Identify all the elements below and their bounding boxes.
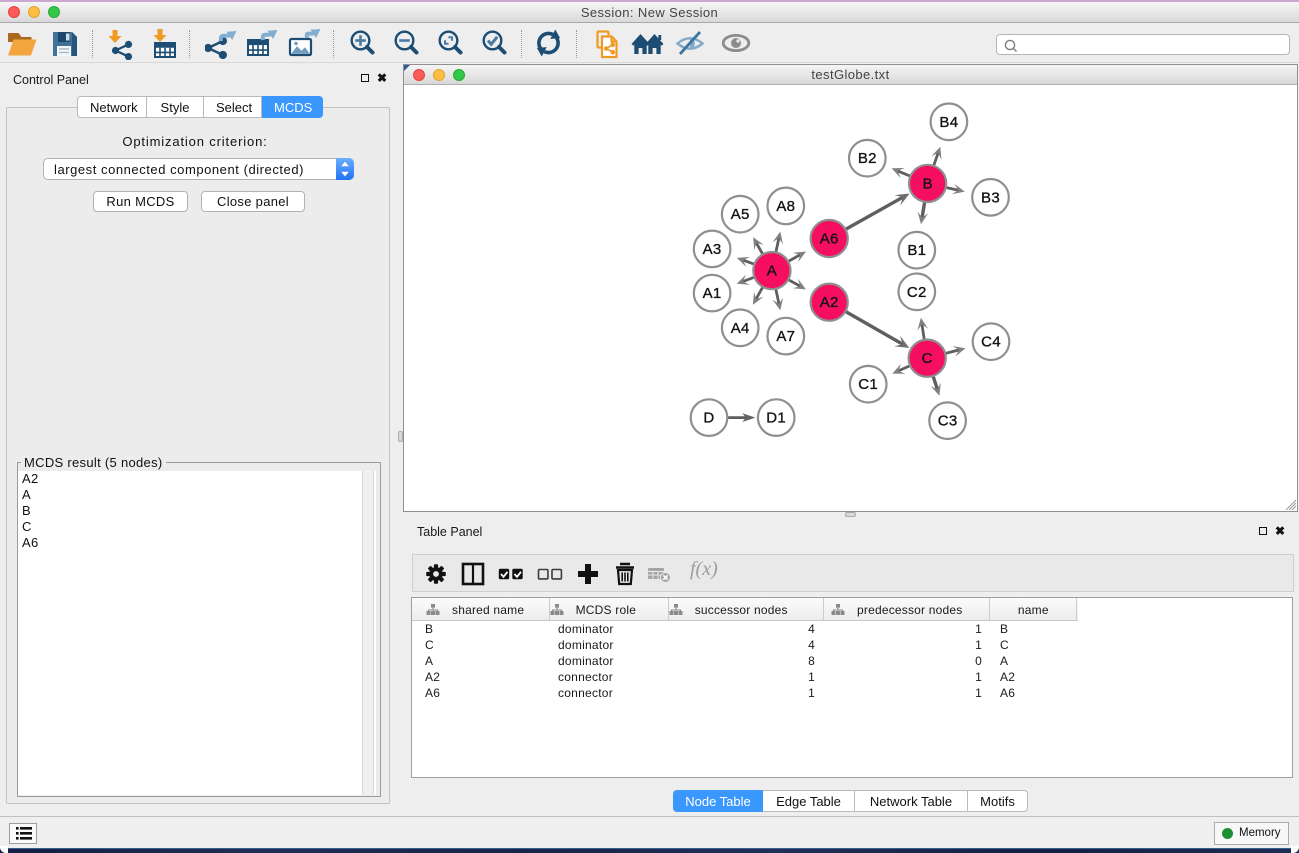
svg-text:A6: A6 — [820, 231, 839, 248]
svg-text:D1: D1 — [766, 410, 786, 427]
svg-text:C4: C4 — [981, 334, 1001, 351]
svg-text:A4: A4 — [731, 320, 750, 337]
svg-text:B: B — [922, 175, 932, 192]
svg-text:B3: B3 — [981, 189, 1000, 206]
svg-text:C2: C2 — [907, 284, 927, 301]
svg-text:A8: A8 — [776, 198, 795, 215]
svg-text:C1: C1 — [858, 376, 878, 393]
svg-text:A5: A5 — [731, 206, 750, 223]
svg-text:A: A — [767, 263, 777, 280]
svg-text:B4: B4 — [939, 114, 958, 131]
svg-text:A1: A1 — [703, 285, 722, 302]
svg-text:B2: B2 — [858, 150, 877, 167]
svg-text:A2: A2 — [820, 294, 839, 311]
svg-text:B1: B1 — [907, 242, 926, 259]
svg-text:C3: C3 — [938, 413, 958, 430]
svg-text:A7: A7 — [776, 328, 795, 345]
svg-text:D: D — [703, 410, 714, 427]
svg-text:C: C — [922, 350, 933, 367]
svg-text:A3: A3 — [703, 241, 722, 258]
